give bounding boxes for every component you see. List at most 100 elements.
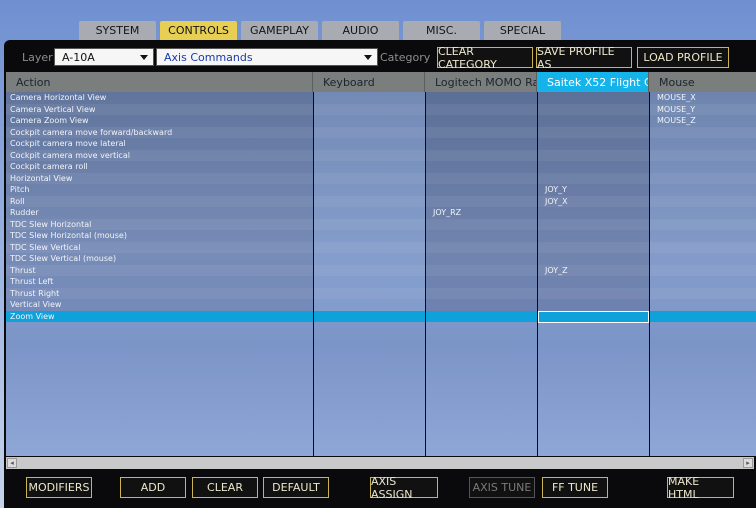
binding-cell[interactable] [425,115,537,127]
binding-cell[interactable] [425,288,537,300]
binding-cell[interactable] [537,242,649,254]
axis-assign-button[interactable]: AXIS ASSIGN [370,475,438,501]
category-dropdown[interactable]: Axis Commands [156,48,378,66]
binding-cell[interactable] [425,92,537,104]
table-row[interactable]: Thrust JOY_Z [6,264,756,277]
axis-tune-button[interactable]: AXIS TUNE [469,477,535,498]
column-header-action[interactable]: Action [6,72,313,92]
binding-cell[interactable] [537,288,649,300]
selected-cell[interactable] [538,310,649,323]
table-row[interactable]: Camera Vertical View MOUSE_Y [6,103,756,116]
binding-cell[interactable] [649,242,756,254]
binding-cell[interactable] [425,104,537,116]
binding-cell[interactable] [649,253,756,265]
binding-cell[interactable] [649,207,756,219]
binding-cell[interactable] [425,265,537,277]
binding-cell[interactable] [425,161,537,173]
layer-dropdown[interactable]: A-10A [54,48,154,66]
binding-cell[interactable] [537,207,649,219]
binding-cell[interactable] [425,299,537,311]
binding-cell[interactable] [649,127,756,139]
binding-cell[interactable] [313,311,425,323]
table-row[interactable]: Cockpit camera move forward/backward [6,126,756,139]
table-row[interactable]: TDC Slew Horizontal (mouse) [6,230,756,242]
binding-cell[interactable] [313,127,425,139]
binding-cell[interactable] [649,196,756,208]
binding-cell[interactable] [313,299,425,311]
binding-cell[interactable] [425,173,537,185]
binding-cell[interactable] [313,242,425,254]
scroll-left-icon[interactable]: ◂ [7,458,17,468]
table-row[interactable]: Roll JOY_X [6,195,756,208]
binding-cell[interactable] [313,219,425,231]
binding-cell[interactable] [425,184,537,196]
tab-special[interactable]: SPECIAL [484,21,561,40]
tab-system[interactable]: SYSTEM [79,21,156,40]
binding-cell[interactable]: MOUSE_Z [649,115,756,127]
table-row[interactable]: Horizontal View [6,172,756,185]
binding-cell[interactable] [313,150,425,162]
binding-cell[interactable] [537,299,649,311]
binding-cell[interactable] [537,230,649,242]
binding-cell[interactable] [425,127,537,139]
binding-cell[interactable] [537,104,649,116]
binding-cell[interactable] [649,138,756,150]
binding-cell[interactable] [649,230,756,242]
binding-cell[interactable] [649,299,756,311]
make-html-button[interactable]: MAKE HTML [667,475,734,501]
binding-cell[interactable] [313,288,425,300]
binding-cell[interactable] [649,288,756,300]
binding-cell[interactable] [537,219,649,231]
binding-cell[interactable] [425,138,537,150]
binding-cell[interactable]: JOY_Z [537,265,649,277]
binding-cell[interactable] [313,115,425,127]
binding-cell[interactable] [313,161,425,173]
column-header-mouse[interactable]: Mouse [649,72,756,92]
binding-cell[interactable] [537,173,649,185]
binding-cell[interactable]: JOY_Y [537,184,649,196]
table-row[interactable]: TDC Slew Vertical (mouse) [6,253,756,265]
tab-misc[interactable]: MISC. [403,21,480,40]
binding-cell[interactable] [313,92,425,104]
table-row[interactable]: Pitch JOY_Y [6,184,756,196]
load-profile-button[interactable]: LOAD PROFILE [637,47,729,68]
tab-controls[interactable]: CONTROLS [160,21,237,40]
binding-cell[interactable] [537,150,649,162]
binding-cell[interactable] [537,115,649,127]
binding-cell[interactable] [425,311,537,323]
binding-cell[interactable]: MOUSE_X [649,92,756,104]
add-button[interactable]: ADD [120,477,186,498]
binding-cell[interactable] [425,253,537,265]
table-row[interactable]: TDC Slew Horizontal [6,218,756,231]
table-row[interactable]: Vertical View [6,299,756,311]
binding-cell[interactable] [649,265,756,277]
binding-cell[interactable] [425,276,537,288]
binding-cell[interactable] [537,276,649,288]
binding-cell[interactable]: JOY_X [537,196,649,208]
column-header-keyboard[interactable]: Keyboard [313,72,425,92]
binding-cell[interactable] [313,276,425,288]
binding-cell[interactable] [649,276,756,288]
save-profile-button[interactable]: SAVE PROFILE AS [536,45,632,71]
binding-cell[interactable] [313,207,425,219]
binding-cell[interactable] [425,230,537,242]
binding-cell[interactable] [313,230,425,242]
clear-button[interactable]: CLEAR [192,477,258,498]
binding-cell[interactable] [649,173,756,185]
binding-cell[interactable] [537,127,649,139]
binding-cell[interactable] [313,265,425,277]
column-header-logitech[interactable]: Logitech MOMO Rac [425,72,537,92]
table-row[interactable]: Camera Zoom View MOUSE_Z [6,115,756,127]
table-row[interactable]: Cockpit camera move vertical [6,149,756,162]
binding-cell[interactable] [313,196,425,208]
column-header-saitek[interactable]: Saitek X52 Flight Co [537,72,649,92]
binding-cell[interactable] [425,219,537,231]
binding-cell[interactable] [425,150,537,162]
binding-cell[interactable] [537,253,649,265]
table-row[interactable]: Thrust Left [6,276,756,288]
binding-cell[interactable] [313,104,425,116]
binding-cell[interactable] [649,311,756,323]
table-row[interactable]: Cockpit camera roll [6,161,756,173]
binding-cell[interactable] [313,173,425,185]
binding-cell[interactable]: JOY_RZ [425,207,537,219]
